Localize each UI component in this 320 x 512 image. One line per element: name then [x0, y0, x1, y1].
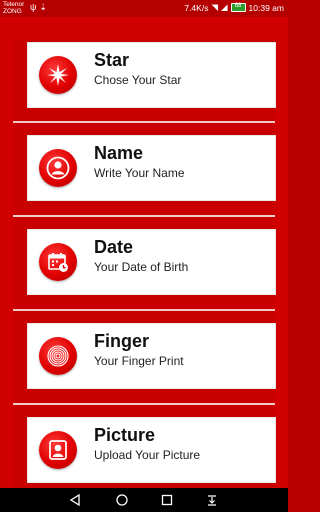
star-burst-icon — [39, 56, 77, 94]
carrier-1: Telenor — [3, 1, 25, 8]
person-icon — [39, 149, 77, 187]
divider — [13, 215, 275, 217]
finger-card[interactable]: Finger Your Finger Print — [27, 323, 276, 389]
battery-icon: 68 — [230, 3, 246, 12]
card-subtitle: Your Finger Print — [94, 354, 184, 368]
card-subtitle: Write Your Name — [94, 166, 185, 180]
date-card[interactable]: Date Your Date of Birth — [27, 229, 276, 295]
card-title: Star — [94, 50, 130, 70]
star-card[interactable]: Star Chose Your Star — [27, 42, 276, 108]
status-right: 7.4K/s ◥ ◢ 68 10:39 am — [184, 2, 284, 13]
clock: 10:39 am — [248, 2, 284, 13]
signal-icon: ◢ — [221, 2, 228, 12]
name-card[interactable]: Name Write Your Name — [27, 135, 276, 201]
download-icon: ⇣ — [39, 2, 50, 12]
card-title: Name — [94, 143, 144, 163]
carrier-labels: Telenor ZONG — [3, 1, 24, 15]
carrier-2: ZONG — [3, 8, 22, 15]
navigation-bar — [0, 488, 288, 512]
divider — [13, 309, 275, 311]
person-portrait-icon — [39, 431, 77, 469]
main-content: Star Chose Your Star Name Write Your Nam… — [0, 17, 288, 488]
battery-level: 68 — [234, 3, 242, 9]
card-title: Date — [94, 237, 134, 257]
notifications-icon[interactable] — [204, 492, 220, 508]
card-subtitle: Your Date of Birth — [94, 260, 189, 274]
fingerprint-icon — [39, 337, 77, 375]
divider — [13, 403, 275, 405]
status-bar: Telenor ZONG ψ⇣ 7.4K/s ◥ ◢ 68 10:39 am — [0, 0, 288, 17]
home-icon[interactable] — [114, 492, 130, 508]
recents-icon[interactable] — [159, 492, 175, 508]
notification-icons: ψ⇣ — [30, 2, 50, 13]
picture-card[interactable]: Picture Upload Your Picture — [27, 417, 276, 483]
back-icon[interactable] — [67, 492, 83, 508]
network-speed: 7.4K/s — [184, 2, 209, 13]
wifi-icon: ◥ — [211, 2, 218, 12]
divider — [13, 121, 275, 123]
card-title: Finger — [94, 331, 150, 351]
card-subtitle: Chose Your Star — [94, 73, 182, 87]
calendar-icon — [39, 243, 77, 281]
usb-icon: ψ — [30, 2, 40, 12]
card-title: Picture — [94, 425, 156, 445]
card-subtitle: Upload Your Picture — [94, 448, 201, 462]
menu-panel: Star Chose Your Star Name Write Your Nam… — [13, 39, 276, 488]
